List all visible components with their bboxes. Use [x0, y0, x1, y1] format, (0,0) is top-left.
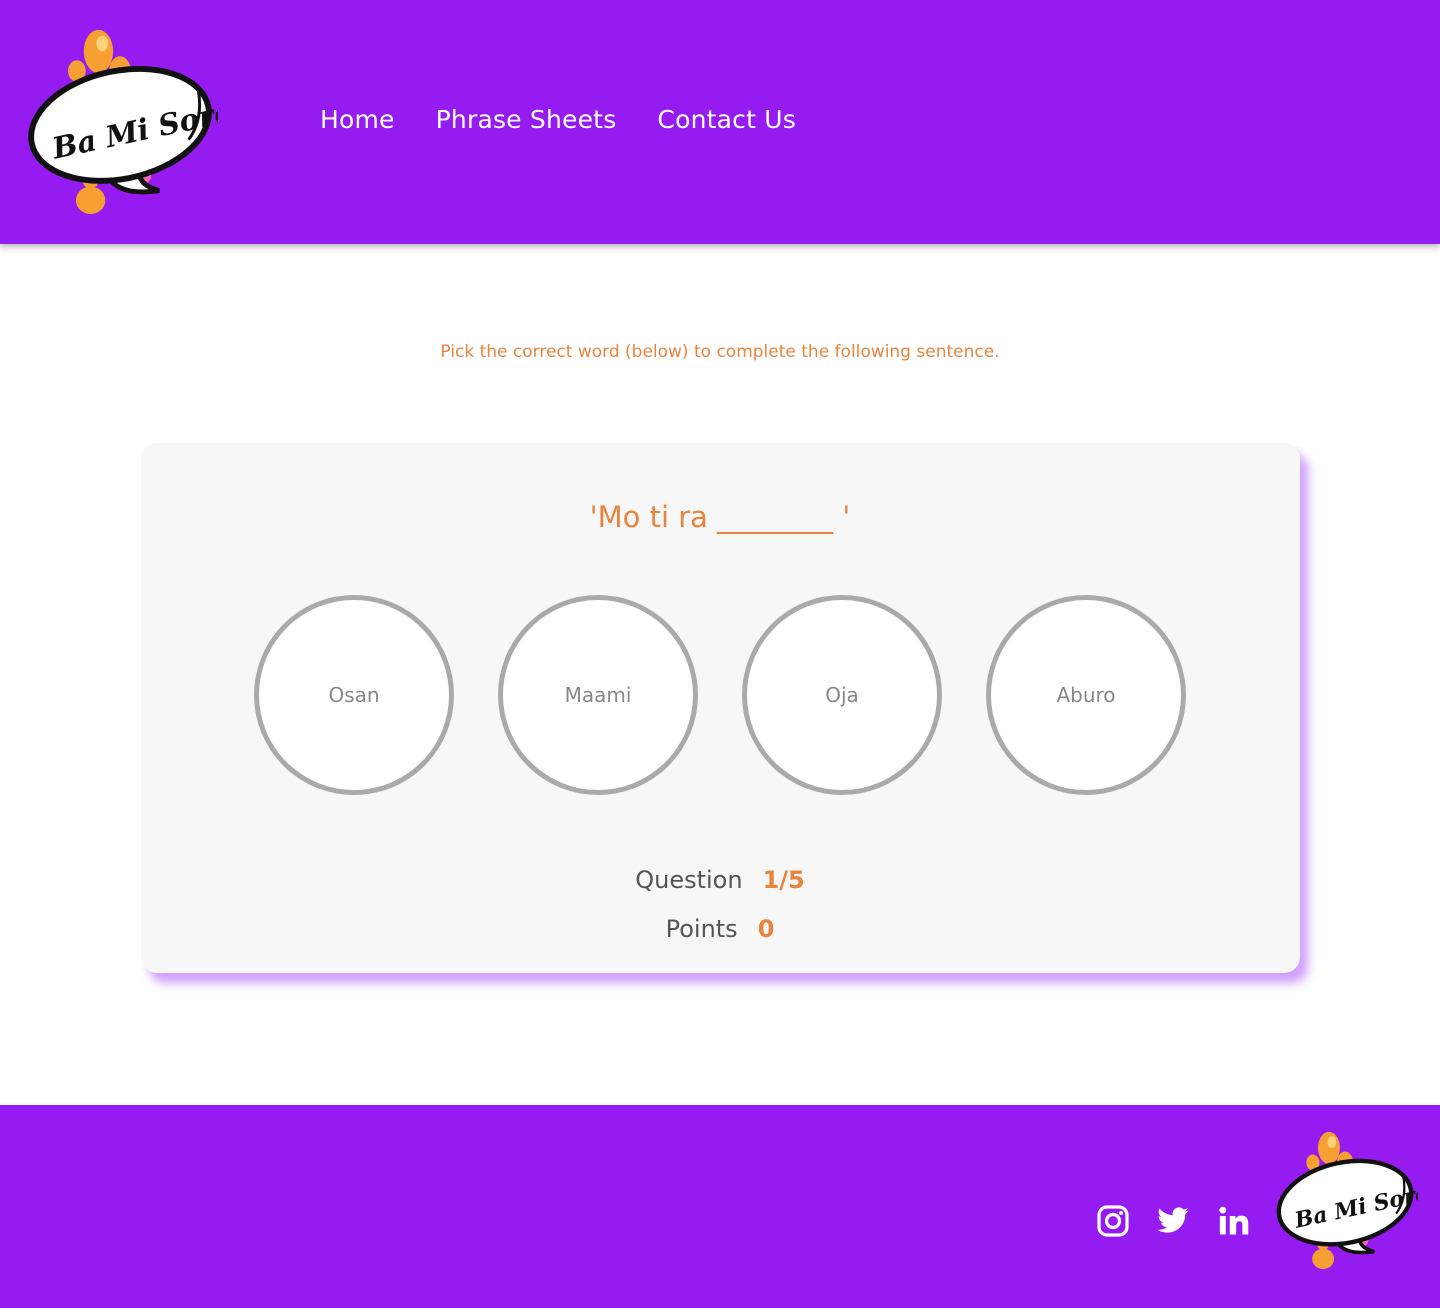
main-nav: Home Phrase Sheets Contact Us [320, 102, 796, 138]
footer-logo[interactable]: Ba Mi Soro! [1272, 1126, 1418, 1272]
logo-graphic: Ba Mi Soro! [1276, 1131, 1418, 1270]
nav-contact-us[interactable]: Contact Us [657, 102, 796, 138]
quiz-sentence: 'Mo ti ra ________ ' [589, 500, 851, 534]
answer-option-label: Osan [328, 683, 380, 707]
nav-phrase-sheets[interactable]: Phrase Sheets [436, 102, 617, 138]
logo-graphic: Ba Mi Soro! [28, 29, 218, 215]
points-value: 0 [757, 915, 775, 943]
instagram-icon[interactable] [1096, 1204, 1130, 1238]
linkedin-icon[interactable] [1217, 1204, 1251, 1238]
question-counter: Question 1/5 [0, 863, 1440, 897]
quiz-instruction: Pick the correct word (below) to complet… [440, 342, 1000, 362]
answer-option[interactable]: Oja [742, 595, 942, 795]
brand-logo[interactable]: Ba Mi Soro! [22, 22, 218, 218]
points-label: Points [665, 915, 738, 943]
twitter-icon[interactable] [1156, 1204, 1190, 1238]
answer-option[interactable]: Aburo [986, 595, 1186, 795]
answer-option-label: Aburo [1056, 683, 1116, 707]
answer-option[interactable]: Osan [254, 595, 454, 795]
nav-home[interactable]: Home [320, 102, 395, 138]
answer-option-label: Maami [564, 683, 632, 707]
question-label: Question [635, 866, 743, 894]
answer-option[interactable]: Maami [498, 595, 698, 795]
points-counter: Points 0 [0, 912, 1440, 946]
question-value: 1/5 [762, 866, 805, 894]
answer-option-label: Oja [825, 683, 859, 707]
